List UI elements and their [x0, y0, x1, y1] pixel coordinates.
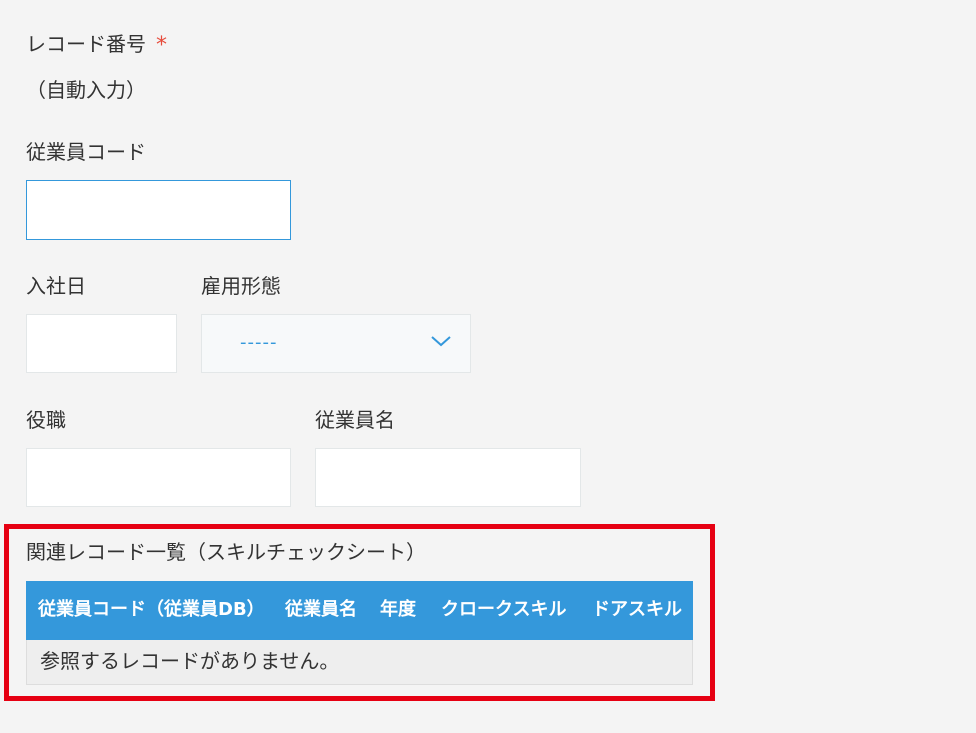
column-header-employee-name: 従業員名 — [285, 599, 357, 620]
related-records-header: 従業員コード（従業員DB） 従業員名 年度 クロークスキル ドアスキル — [26, 581, 693, 640]
hire-date-label: 入社日 — [26, 274, 86, 298]
employee-name-label: 従業員名 — [315, 408, 395, 432]
related-records-empty-row: 参照するレコードがありません。 — [26, 640, 693, 685]
employee-code-input[interactable] — [26, 180, 291, 240]
position-label: 役職 — [26, 408, 66, 432]
position-input[interactable] — [26, 448, 291, 507]
record-number-label: レコード番号 * — [26, 32, 167, 58]
column-header-door-skill: ドアスキル — [592, 599, 682, 620]
employee-name-input[interactable] — [315, 448, 581, 507]
column-header-year: 年度 — [380, 599, 416, 620]
employee-code-label: 従業員コード — [26, 140, 146, 164]
hire-date-input[interactable] — [26, 314, 177, 373]
empty-message: 参照するレコードがありません。 — [40, 649, 340, 673]
employment-type-label: 雇用形態 — [201, 274, 281, 298]
column-header-cloak-skill: クロークスキル — [441, 599, 567, 620]
required-mark: * — [156, 33, 167, 58]
record-number-value: （自動入力） — [26, 78, 146, 102]
column-header-employee-code: 従業員コード（従業員DB） — [38, 599, 265, 620]
employment-type-select[interactable]: ----- — [201, 314, 471, 373]
related-records-table: 従業員コード（従業員DB） 従業員名 年度 クロークスキル ドアスキル 参照する… — [26, 581, 693, 685]
employment-type-selected: ----- — [240, 332, 278, 353]
record-number-label-text: レコード番号 — [26, 32, 146, 56]
chevron-down-icon — [431, 336, 451, 347]
related-records-title: 関連レコード一覧（スキルチェックシート） — [26, 540, 426, 564]
